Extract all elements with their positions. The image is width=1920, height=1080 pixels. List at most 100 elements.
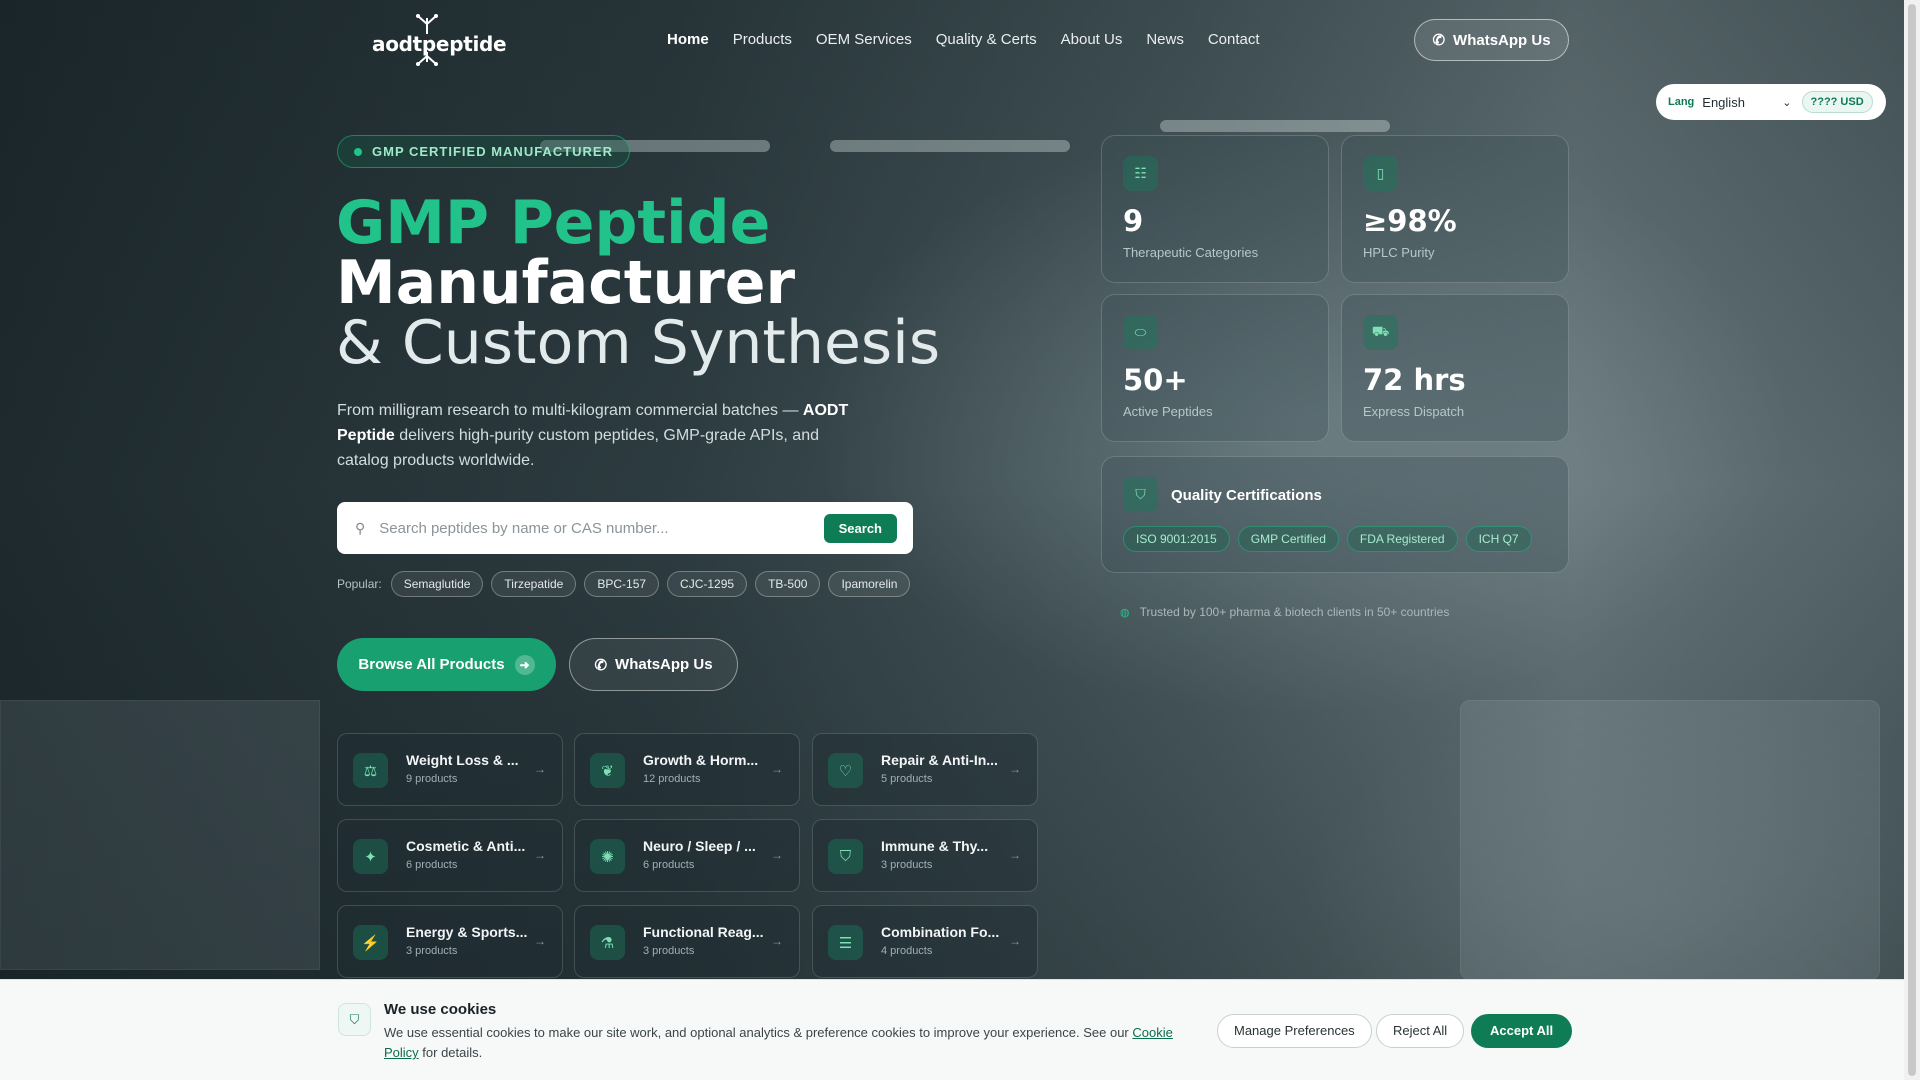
- whatsapp-hero-label: WhatsApp Us: [615, 656, 713, 673]
- category-card-cosmetic[interactable]: ✦ Cosmetic & Anti... 6 products →: [337, 819, 563, 892]
- accept-all-button[interactable]: Accept All: [1471, 1014, 1573, 1048]
- arrow-right-icon: →: [771, 934, 783, 948]
- lang-label: Lang: [1668, 96, 1695, 108]
- category-name: Immune & Thy...: [881, 838, 989, 854]
- search-button[interactable]: Search: [823, 513, 897, 543]
- category-name: Combination Fo...: [881, 924, 1000, 940]
- cookie-text-end: for details.: [418, 1045, 483, 1060]
- hero-description-end: delivers high-purity custom peptides, GM…: [337, 427, 819, 469]
- nav-contact[interactable]: Contact: [1196, 28, 1272, 51]
- lab-bench: [0, 700, 320, 970]
- whatsapp-hero-button[interactable]: ✆ WhatsApp Us: [569, 638, 738, 691]
- category-count: 3 products: [643, 945, 695, 957]
- popular-chip-cjc-1295[interactable]: CJC-1295: [667, 571, 748, 597]
- arrow-right-icon: →: [1009, 848, 1021, 862]
- category-card-combination-formulas[interactable]: ☰ Combination Fo... 4 products →: [812, 905, 1038, 978]
- cookie-banner: ⛉ We use cookies We use essential cookie…: [0, 979, 1904, 1080]
- shield-icon: ⛉: [338, 1003, 371, 1036]
- truck-icon: ⛟: [1363, 315, 1398, 350]
- whatsapp-icon: ✆: [1432, 32, 1446, 49]
- cookie-title: We use cookies: [384, 1001, 497, 1018]
- category-count: 12 products: [643, 773, 701, 785]
- manage-preferences-button[interactable]: Manage Preferences: [1217, 1014, 1372, 1048]
- quality-title: Quality Certifications: [1171, 487, 1322, 504]
- nav-oem-services[interactable]: OEM Services: [804, 28, 924, 51]
- category-card-weight-loss[interactable]: ⚖ Weight Loss & ... 9 products →: [337, 733, 563, 806]
- whatsapp-header-button[interactable]: ✆ WhatsApp Us: [1414, 19, 1569, 61]
- category-name: Repair & Anti-In...: [881, 752, 998, 768]
- search-input[interactable]: Search peptides by name or CAS number...: [379, 520, 823, 537]
- hero-title: GMP Peptide Manufacturer & Custom Synthe…: [336, 193, 940, 373]
- trusted-note: ◍ Trusted by 100+ pharma & biotech clien…: [1120, 605, 1449, 619]
- whatsapp-icon: ✆: [594, 656, 608, 674]
- layers-icon: ☰: [828, 925, 863, 960]
- stat-label: Active Peptides: [1123, 404, 1213, 419]
- stat-label: HPLC Purity: [1363, 245, 1435, 260]
- hero-title-line2: Manufacturer: [336, 248, 796, 318]
- category-card-functional-reagents[interactable]: ⚗ Functional Reag... 3 products →: [574, 905, 800, 978]
- language-select[interactable]: English: [1702, 95, 1782, 110]
- category-card-repair-anti-inflammatory[interactable]: ♡ Repair & Anti-In... 5 products →: [812, 733, 1038, 806]
- stat-value: ≥98%: [1363, 204, 1457, 238]
- currency-select[interactable]: ???? USD: [1801, 91, 1873, 113]
- whatsapp-header-label: WhatsApp Us: [1453, 31, 1551, 49]
- arrow-right-icon: →: [534, 934, 546, 948]
- brain-icon: ✺: [590, 839, 625, 874]
- nav-news[interactable]: News: [1134, 28, 1196, 51]
- popular-chip-semaglutide[interactable]: Semaglutide: [390, 571, 484, 597]
- category-count: 4 products: [881, 945, 933, 957]
- stat-card-categories: ☷ 9 Therapeutic Categories: [1101, 135, 1329, 283]
- heart-pulse-icon: ♡: [828, 753, 863, 788]
- scrollbar-thumb[interactable]: [1908, 4, 1916, 1076]
- arrow-right-icon: →: [771, 848, 783, 862]
- site-logo[interactable]: aodtpeptide: [372, 14, 507, 68]
- popular-chip-tirzepatide[interactable]: Tirzepatide: [491, 571, 577, 597]
- test-tube-icon: ▯: [1363, 156, 1398, 191]
- stat-card-dispatch: ⛟ 72 hrs Express Dispatch: [1341, 294, 1569, 442]
- lab-bench: [1460, 700, 1880, 980]
- hero-description-start: From milligram research to multi-kilogra…: [337, 402, 803, 419]
- category-card-neuro-sleep[interactable]: ✺ Neuro / Sleep / ... 6 products →: [574, 819, 800, 892]
- hero-title-line1: GMP Peptide: [336, 188, 771, 258]
- popular-chip-ipamorelin[interactable]: Ipamorelin: [828, 571, 911, 597]
- popular-searches: Popular: Semaglutide Tirzepatide BPC-157…: [337, 571, 911, 597]
- flask-icon: ⚗: [590, 925, 625, 960]
- arrow-right-icon: →: [534, 848, 546, 862]
- category-card-immune-thymus[interactable]: ⛉ Immune & Thy... 3 products →: [812, 819, 1038, 892]
- stat-card-active-peptides: ⬭ 50+ Active Peptides: [1101, 294, 1329, 442]
- scale-icon: ⚖: [353, 753, 388, 788]
- category-count: 5 products: [881, 773, 933, 785]
- popular-chip-tb-500[interactable]: TB-500: [755, 571, 821, 597]
- arrow-right-icon: ➜: [514, 654, 535, 675]
- browse-all-products-label: Browse All Products: [358, 656, 505, 673]
- popular-chip-bpc-157[interactable]: BPC-157: [584, 571, 660, 597]
- category-count: 9 products: [406, 773, 458, 785]
- runner-icon: ⚡: [353, 925, 388, 960]
- cert-tag-ich: ICH Q7: [1465, 526, 1532, 552]
- search-icon: ⚲: [355, 519, 366, 536]
- ceiling-light: [830, 140, 1070, 152]
- shield-check-icon: ⛉: [1123, 477, 1158, 512]
- nav-home[interactable]: Home: [655, 28, 721, 51]
- trusted-text: Trusted by 100+ pharma & biotech clients…: [1139, 605, 1450, 619]
- nav-quality-certs[interactable]: Quality & Certs: [924, 28, 1049, 51]
- category-card-growth-hormone[interactable]: ❦ Growth & Horm... 12 products →: [574, 733, 800, 806]
- page-scrollbar[interactable]: [1904, 0, 1920, 1080]
- globe-icon: ◍: [1120, 606, 1130, 619]
- category-name: Functional Reag...: [643, 924, 764, 940]
- list-icon: ☷: [1123, 156, 1158, 191]
- cert-tag-gmp: GMP Certified: [1237, 526, 1339, 552]
- language-currency-switcher[interactable]: Lang English ⌄ ???? USD: [1656, 84, 1886, 120]
- category-name: Energy & Sports...: [406, 924, 528, 940]
- nav-products[interactable]: Products: [721, 28, 804, 51]
- stat-value: 50+: [1123, 363, 1188, 397]
- reject-all-button[interactable]: Reject All: [1376, 1014, 1465, 1048]
- sparkles-icon: ✦: [353, 839, 388, 874]
- cert-tag-iso: ISO 9001:2015: [1123, 526, 1230, 552]
- main-nav: Home Products OEM Services Quality & Cer…: [655, 28, 1272, 51]
- category-card-energy-sports[interactable]: ⚡ Energy & Sports... 3 products →: [337, 905, 563, 978]
- nav-about-us[interactable]: About Us: [1049, 28, 1135, 51]
- category-name: Neuro / Sleep / ...: [643, 838, 756, 854]
- browse-all-products-button[interactable]: Browse All Products ➜: [337, 638, 556, 691]
- ceiling-light: [1160, 120, 1390, 132]
